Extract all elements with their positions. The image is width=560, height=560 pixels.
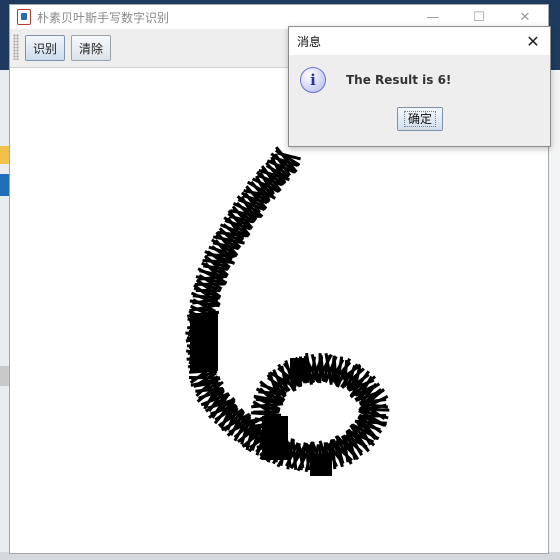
- brush-blob: [190, 313, 218, 371]
- recognize-button[interactable]: 识别: [25, 35, 66, 61]
- window-title: 朴素贝叶斯手写数字识别: [37, 10, 170, 25]
- ok-button[interactable]: 确定: [397, 107, 443, 131]
- dialog-title: 消息: [297, 34, 322, 49]
- background-window-left-edge: [0, 70, 9, 560]
- background-folder-icon: [0, 146, 9, 164]
- result-message: The Result is 6!: [346, 73, 452, 87]
- brush-blob: [262, 416, 288, 460]
- clear-button[interactable]: 清除: [71, 35, 112, 61]
- dialog-titlebar[interactable]: 消息 ✕: [289, 27, 550, 55]
- background-selected-item: [0, 174, 9, 196]
- ok-button-label: 确定: [403, 111, 436, 127]
- message-dialog: 消息 ✕ i The Result is 6! 确定: [288, 26, 551, 147]
- info-icon: i: [300, 67, 326, 93]
- background-row: [0, 366, 9, 386]
- dialog-close-button[interactable]: ✕: [516, 27, 550, 55]
- brush-blob: [310, 454, 332, 476]
- java-app-icon: [17, 9, 31, 25]
- toolbar-grip-handle[interactable]: [13, 34, 19, 60]
- brush-blob: [290, 358, 308, 378]
